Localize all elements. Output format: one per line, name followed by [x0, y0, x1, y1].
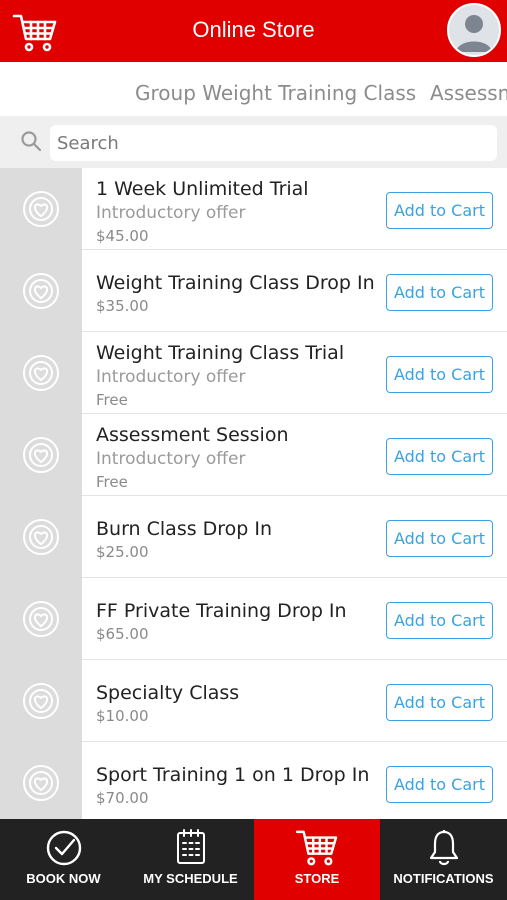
placeholder-logo-icon — [23, 683, 59, 719]
item-subtitle: Introductory offer — [96, 367, 246, 387]
item-title: FF Private Training Drop In — [96, 600, 347, 622]
item-price: $65.00 — [96, 625, 149, 643]
cart-icon — [295, 830, 338, 866]
nav-label: MY SCHEDULE — [143, 871, 238, 886]
app-header: Online Store — [0, 0, 507, 62]
placeholder-logo-icon — [23, 765, 59, 801]
item-title: 1 Week Unlimited Trial — [96, 178, 309, 200]
add-to-cart-button[interactable]: Add to Cart — [386, 602, 493, 639]
item-subtitle: Introductory offer — [96, 449, 246, 469]
user-avatar-icon[interactable] — [447, 3, 501, 57]
nav-label: BOOK NOW — [26, 871, 101, 886]
nav-my-schedule[interactable]: MY SCHEDULE — [127, 819, 254, 900]
tab-group-weight-training[interactable]: Group Weight Training Class — [135, 81, 416, 105]
item-price: Free — [96, 473, 128, 491]
product-thumbnail — [0, 496, 82, 578]
item-title: Assessment Session — [96, 424, 289, 446]
nav-book-now[interactable]: BOOK NOW — [0, 819, 127, 900]
add-to-cart-button[interactable]: Add to Cart — [386, 684, 493, 721]
list-item[interactable]: Assessment Session Introductory offer Fr… — [0, 414, 507, 496]
tab-assessment[interactable]: Assessment — [430, 81, 507, 105]
placeholder-logo-icon — [23, 273, 59, 309]
add-to-cart-button[interactable]: Add to Cart — [386, 274, 493, 311]
item-price: $25.00 — [96, 543, 149, 561]
item-title: Burn Class Drop In — [96, 518, 273, 540]
product-thumbnail — [0, 332, 82, 414]
placeholder-logo-icon — [23, 519, 59, 555]
nav-label: STORE — [294, 871, 340, 886]
product-thumbnail — [0, 660, 82, 742]
bottom-nav: BOOK NOW MY SCHEDULE STORE NOTIFICATIONS — [0, 819, 507, 900]
product-thumbnail — [0, 742, 82, 819]
list-item[interactable]: Sport Training 1 on 1 Drop In $70.00 Add… — [0, 742, 507, 819]
add-to-cart-button[interactable]: Add to Cart — [386, 192, 493, 229]
page-title: Online Store — [192, 17, 315, 42]
add-to-cart-button[interactable]: Add to Cart — [386, 356, 493, 393]
list-item[interactable]: Weight Training Class Trial Introductory… — [0, 332, 507, 414]
item-title: Weight Training Class Drop In — [96, 272, 375, 294]
nav-store[interactable]: STORE — [254, 819, 380, 900]
item-price: $10.00 — [96, 707, 149, 725]
item-price: $45.00 — [96, 227, 149, 245]
product-thumbnail — [0, 250, 82, 332]
add-to-cart-button[interactable]: Add to Cart — [386, 438, 493, 475]
search-bar — [0, 116, 507, 168]
add-to-cart-button[interactable]: Add to Cart — [386, 766, 493, 803]
nav-notifications[interactable]: NOTIFICATIONS — [380, 819, 507, 900]
placeholder-logo-icon — [23, 355, 59, 391]
placeholder-logo-icon — [23, 437, 59, 473]
list-item[interactable]: Burn Class Drop In $25.00 Add to Cart — [0, 496, 507, 578]
product-thumbnail — [0, 414, 82, 496]
search-input[interactable] — [50, 125, 497, 161]
item-price: $35.00 — [96, 297, 149, 315]
item-price: Free — [96, 391, 128, 409]
nav-label: NOTIFICATIONS — [393, 871, 494, 886]
search-icon — [20, 130, 42, 152]
placeholder-logo-icon — [23, 191, 59, 227]
bell-icon — [429, 830, 458, 866]
list-item[interactable]: Weight Training Class Drop In $35.00 Add… — [0, 250, 507, 332]
category-tabs: Group Weight Training Class Assessment — [0, 62, 507, 116]
item-price: $70.00 — [96, 789, 149, 807]
item-subtitle: Introductory offer — [96, 203, 246, 223]
item-title: Specialty Class — [96, 682, 240, 704]
list-item[interactable]: FF Private Training Drop In $65.00 Add t… — [0, 578, 507, 660]
product-thumbnail — [0, 578, 82, 660]
item-title: Weight Training Class Trial — [96, 342, 345, 364]
list-item[interactable]: 1 Week Unlimited Trial Introductory offe… — [0, 168, 507, 250]
add-to-cart-button[interactable]: Add to Cart — [386, 520, 493, 557]
list-item[interactable]: Specialty Class $10.00 Add to Cart — [0, 660, 507, 742]
checkmark-circle-icon — [46, 830, 81, 866]
product-thumbnail — [0, 168, 82, 250]
item-title: Sport Training 1 on 1 Drop In — [96, 764, 370, 786]
calendar-icon — [176, 829, 205, 864]
product-list: 1 Week Unlimited Trial Introductory offe… — [0, 168, 507, 819]
placeholder-logo-icon — [23, 601, 59, 637]
